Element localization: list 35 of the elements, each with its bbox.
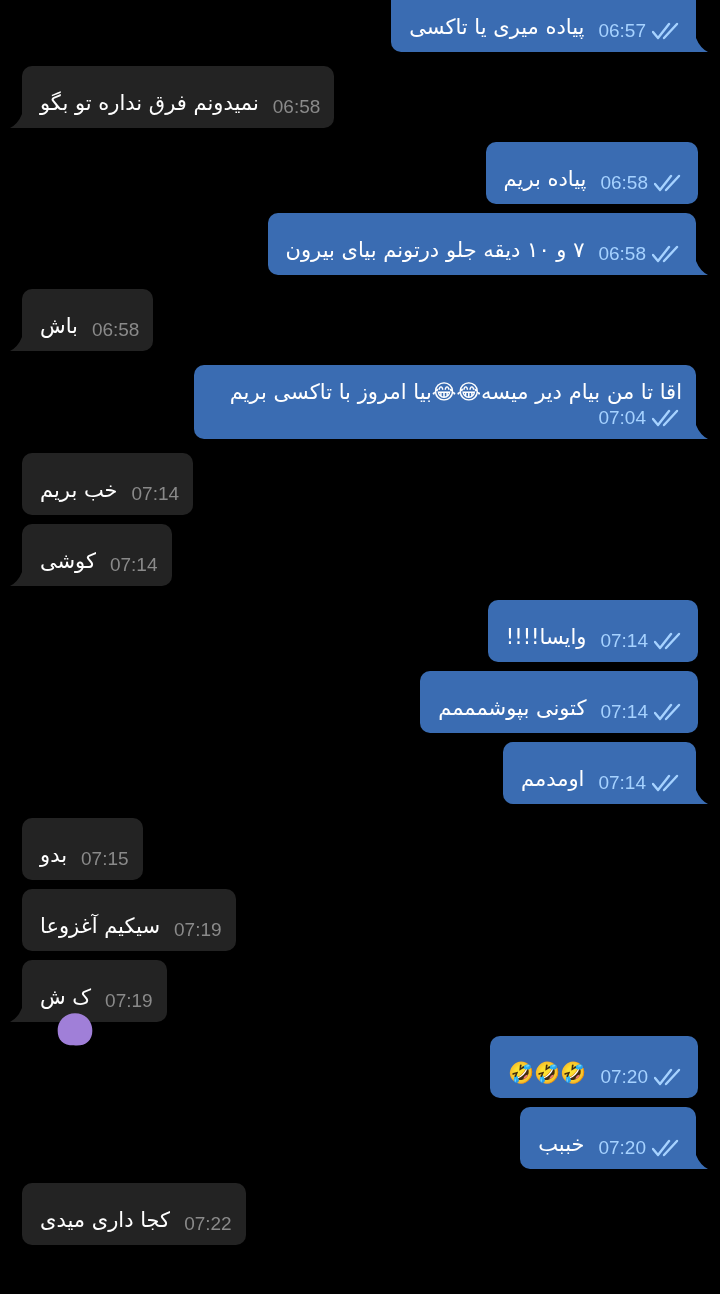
message-text: سیکیم آغزوعا <box>40 913 160 940</box>
message-time: 07:22 <box>184 1213 232 1235</box>
message-text: نمیدونم فرق نداره تو بگو <box>40 90 259 117</box>
message-text: خب بریم <box>40 477 118 504</box>
message-bubble[interactable]: 🤣🤣🤣 07:20 <box>490 1036 698 1098</box>
message-text: ۷ و ۱۰ دیقه جلو درتونم بیای بیرون <box>285 237 585 264</box>
message-text: کتونی بپوشمممم <box>438 695 587 722</box>
message-time: 07:19 <box>105 990 153 1012</box>
message-time: 06:58 <box>91 319 140 341</box>
message-time: 07:19 <box>174 919 222 941</box>
message-text: وایسا!!!! <box>505 624 587 651</box>
message-time: 07:04 <box>598 407 646 429</box>
message-time: 06:58 <box>600 172 648 194</box>
message-text: اومدمم <box>520 766 585 793</box>
message-time: 07:14 <box>131 483 180 505</box>
message-time: 07:14 <box>600 701 648 723</box>
message-text: کجا داری میدی <box>40 1207 171 1234</box>
message-text: پیاده میری یا تاکسی <box>409 14 585 41</box>
message-time: 07:15 <box>81 848 129 870</box>
message-text: 🤣🤣🤣 <box>508 1060 587 1087</box>
message-text: کوشی <box>40 548 96 575</box>
message-text: ک ش <box>40 984 92 1011</box>
message-time: 06:58 <box>272 96 321 118</box>
message-text: خببب <box>538 1131 585 1158</box>
message-text: بدو <box>40 842 67 869</box>
message-time: 06:58 <box>598 243 646 265</box>
message-text: اقا تا من بیام دیر میسه😂😂بیا امروز با تاکسی بریم <box>229 379 682 406</box>
message-time: 07:14 <box>598 772 646 794</box>
message-time: 07:20 <box>598 1137 646 1159</box>
message-time: 06:57 <box>598 20 646 42</box>
message-time: 07:14 <box>109 554 158 576</box>
message-text: پیاده بریم <box>503 166 587 193</box>
message-time: 07:20 <box>600 1066 648 1088</box>
message-text: باش <box>40 313 78 340</box>
message-time: 07:14 <box>600 630 648 652</box>
